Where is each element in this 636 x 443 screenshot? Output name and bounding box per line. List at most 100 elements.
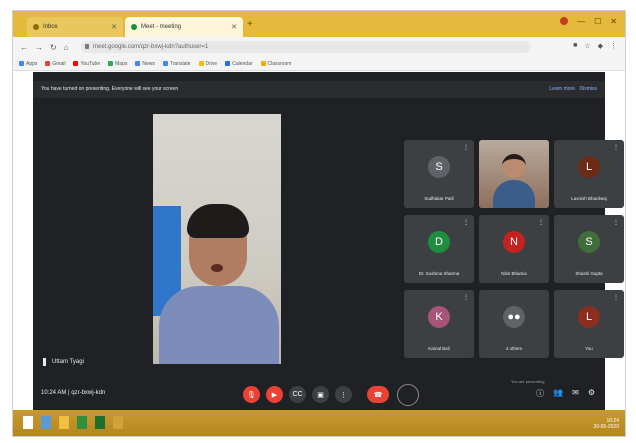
mic-off-icon: ⋮ (613, 295, 619, 301)
mic-off-icon: ⋮ (613, 145, 619, 151)
group-avatar-icon: ●● (503, 306, 525, 328)
tab-label: Inbox (43, 24, 58, 30)
forward-icon[interactable]: → (35, 43, 43, 52)
maps-icon (108, 61, 114, 66)
gmail-icon (45, 61, 51, 66)
back-icon[interactable]: ← (20, 43, 28, 52)
participant-avatar: D (428, 231, 450, 253)
file-explorer-icon[interactable] (59, 416, 69, 429)
meet-window: You have turned on presenting. Everyone … (33, 72, 624, 410)
chrome-icon[interactable] (77, 416, 87, 429)
video-person-shirt (159, 286, 279, 364)
profile-icon[interactable] (560, 17, 569, 25)
close-tab-icon[interactable]: ✕ (231, 23, 237, 31)
raise-hand-button[interactable] (397, 384, 419, 406)
mic-off-icon: ⋮ (463, 145, 469, 151)
captions-icon: CC (292, 391, 303, 398)
participant-tile[interactable]: L ⋮ Lavnish Bhardwaj (554, 140, 624, 208)
participant-tile-camera[interactable] (479, 140, 549, 208)
reload-icon[interactable]: ↻ (50, 43, 57, 52)
mic-off-icon: 🎙 (247, 391, 256, 399)
browser-tab-strip: Inbox ✕ Meet - meeting ✕ + — ☐ ✕ (13, 11, 625, 37)
maximize-icon[interactable]: ☐ (594, 17, 601, 26)
toolbar-icons: ■ ☆ ◆ ⋮ (573, 42, 617, 50)
start-icon[interactable] (23, 416, 33, 429)
participant-tile[interactable]: K ⋮ Kamal Bali (404, 290, 474, 358)
mic-toggle-button[interactable]: 🎙 (243, 386, 260, 403)
participant-tile[interactable]: D ⋮ Dr. Sushma Sharma (404, 215, 474, 283)
learn-more-link[interactable]: Learn more (549, 81, 575, 98)
bookmark-item[interactable]: News (135, 61, 155, 67)
apps-icon (19, 61, 24, 66)
mic-off-icon: ⋮ (613, 220, 619, 226)
participant-tile-self[interactable]: L ⋮ You (554, 290, 624, 358)
address-bar[interactable]: meet.google.com/qzr-bxwj-kdn?authuser=1 (81, 41, 531, 53)
minimize-icon[interactable]: — (577, 17, 585, 26)
participant-avatar: L (578, 156, 600, 178)
participant-tile[interactable]: N ⋮ Nitin Bhamia (479, 215, 549, 283)
bookmark-item[interactable]: YouTube (73, 61, 100, 67)
meet-icon (131, 24, 137, 30)
pinned-participant-label: Uttam Tyagi (43, 358, 84, 366)
participant-name: You (585, 346, 593, 351)
menu-icon[interactable]: ⋮ (610, 42, 617, 50)
extension-icon[interactable]: ◆ (598, 42, 603, 50)
star-icon[interactable]: ☆ (584, 42, 590, 50)
close-window-icon[interactable]: ✕ (610, 17, 617, 26)
browser-toolbar: ← → ↻ ⌂ meet.google.com/qzr-bxwj-kdn?aut… (13, 37, 625, 57)
bookmark-item[interactable]: Calendar (225, 61, 253, 67)
bookmark-item[interactable]: Gmail (45, 61, 65, 67)
notification-banner: You have turned on presenting. Everyone … (33, 81, 605, 98)
bookmark-item[interactable]: Apps (19, 61, 37, 67)
pinned-name: Uttam Tyagi (52, 359, 84, 365)
youtube-icon (73, 61, 79, 66)
participant-name: Nitin Bhamia (501, 271, 527, 276)
presenting-status: You are presenting (511, 379, 545, 384)
dismiss-button[interactable]: Dismiss (580, 81, 598, 98)
mic-off-icon: ⋮ (463, 295, 469, 301)
bookmark-item[interactable]: Classroom (260, 61, 291, 67)
bookmarks-bar: Apps Gmail YouTube Maps News Translate D… (13, 57, 625, 71)
present-icon: ▣ (317, 391, 324, 399)
participant-tile-others[interactable]: ●● 4 others (479, 290, 549, 358)
people-icon[interactable]: 👥 (553, 388, 563, 399)
bookmark-item[interactable]: Translate (162, 61, 191, 67)
camera-permission-icon[interactable]: ■ (573, 42, 577, 50)
pinned-participant-video[interactable] (153, 114, 281, 364)
participant-avatar: S (578, 231, 600, 253)
captions-button[interactable]: CC (289, 386, 306, 403)
banner-message: You have turned on presenting. Everyone … (41, 86, 179, 92)
taskbar-clock[interactable]: 10:24 30-05-2020 (593, 418, 619, 430)
camera-toggle-button[interactable]: ▶ (266, 386, 283, 403)
excel-icon[interactable] (95, 416, 105, 429)
drive-icon (198, 61, 204, 66)
tab-label: Meet - meeting (141, 24, 182, 30)
info-icon[interactable]: ⓘ (536, 388, 544, 399)
clock-date: 30-05-2020 (593, 424, 619, 430)
more-icon: ⋮ (340, 391, 347, 399)
tab-meet[interactable]: Meet - meeting ✕ (125, 17, 243, 37)
activities-icon[interactable]: ⚙ (588, 388, 595, 399)
tab-inbox[interactable]: Inbox ✕ (27, 17, 123, 37)
home-icon[interactable]: ⌂ (64, 43, 69, 52)
chat-icon[interactable]: ✉ (572, 388, 579, 399)
bookmark-item[interactable]: Maps (108, 61, 127, 67)
search-icon[interactable] (41, 416, 51, 429)
participant-avatar: L (578, 306, 600, 328)
bookmark-item[interactable]: Drive (198, 61, 217, 67)
more-options-button[interactable]: ⋮ (335, 386, 352, 403)
close-tab-icon[interactable]: ✕ (111, 23, 117, 31)
translate-icon (162, 61, 168, 66)
participant-name: Shashi Gupta (575, 271, 603, 276)
mic-off-icon: ⋮ (463, 220, 469, 226)
app-icon[interactable] (113, 416, 123, 429)
participant-tile[interactable]: S ⋮ Shashi Gupta (554, 215, 624, 283)
end-call-button[interactable]: ☎ (367, 386, 389, 403)
new-tab-button[interactable]: + (247, 19, 253, 30)
participant-name: Lavnish Bhardwaj (571, 196, 607, 201)
present-button[interactable]: ▣ (312, 386, 329, 403)
camera-person-face (502, 154, 526, 178)
mail-icon (33, 24, 39, 30)
participant-tile[interactable]: S ⋮ Sudhakar Patil (404, 140, 474, 208)
meeting-time: 10:24 AM | qzr-bxwj-kdn (41, 390, 106, 396)
